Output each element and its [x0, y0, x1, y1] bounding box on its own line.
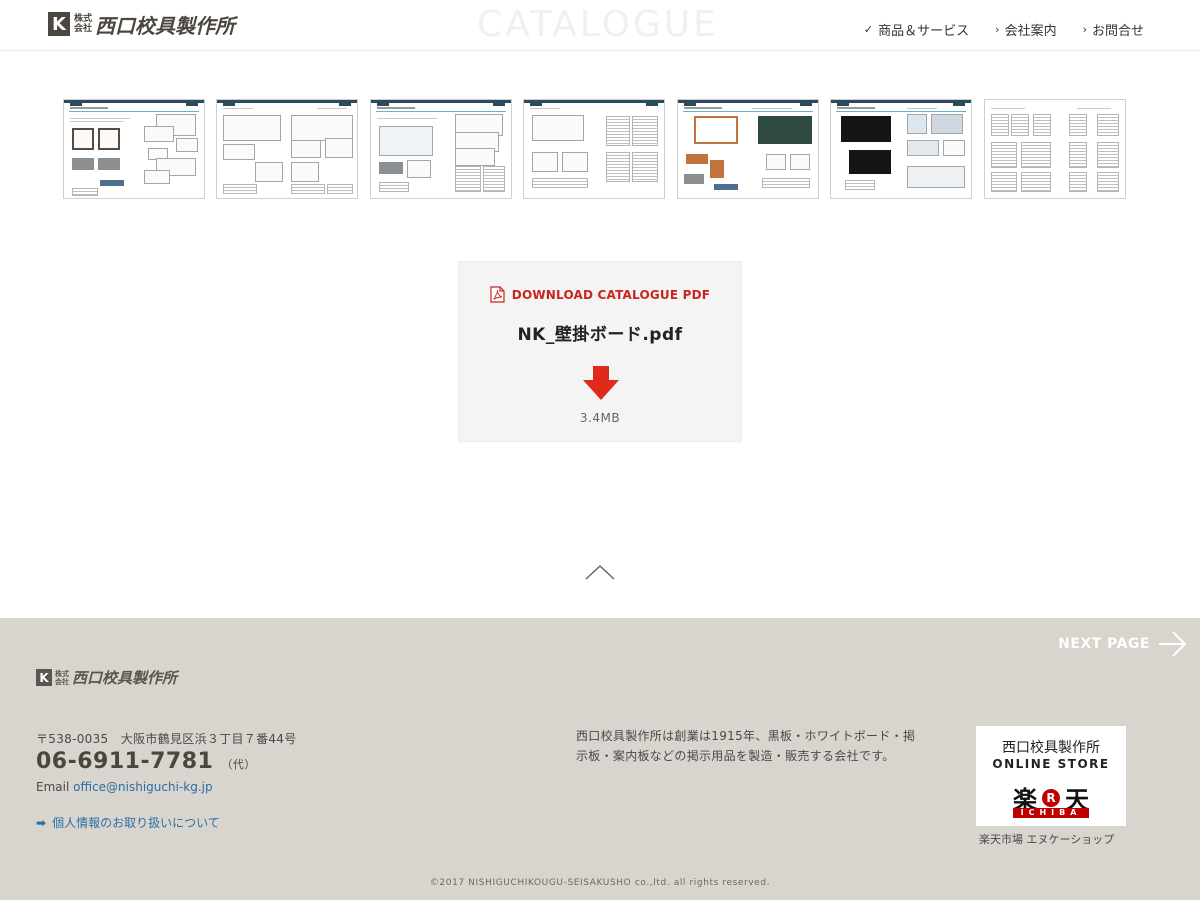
rakuten-ichiba-logo: 楽 R 天 ICHIBA — [1013, 780, 1089, 818]
online-store-banner[interactable]: 西口校具製作所 ONLINE STORE 楽 R 天 ICHIBA — [976, 726, 1126, 826]
main-nav: ✓ 商品＆サービス › 会社案内 › お問合せ — [864, 20, 1144, 39]
nav-item-company[interactable]: › 会社案内 — [995, 20, 1056, 39]
company-description: 西口校具製作所は創業は1915年、黒板・ホワイトボード・掲示板・案内板などの掲示… — [576, 729, 916, 763]
nav-item-contact[interactable]: › お問合せ — [1083, 20, 1144, 39]
site-footer: NEXT PAGE K 株式 会社 西口校具製作所 〒538-0035 大阪市鶴… — [0, 618, 1200, 900]
nav-item-label: お問合せ — [1091, 24, 1144, 39]
logo-corp-line2: 会社 — [55, 677, 69, 686]
rakuten-r-icon: R — [1042, 788, 1060, 807]
logo-mark: K — [48, 12, 70, 36]
pdf-icon — [490, 286, 505, 303]
copyright: ©2017 NISHIGUCHIKOUGU-SEISAKUSHO co.,ltd… — [429, 878, 771, 888]
page-title: CATALOGUE — [477, 4, 719, 45]
download-arrow-icon[interactable] — [583, 366, 619, 400]
download-label: DOWNLOAD CATALOGUE PDF — [511, 287, 711, 302]
site-header: K 株式 会社 西口校具製作所 CATALOGUE ✓ 商品＆サービス › 会社… — [0, 0, 1200, 51]
company-logo[interactable]: K 株式 会社 西口校具製作所 — [48, 10, 235, 38]
phone-note: （代） — [221, 758, 256, 771]
catalogue-page-thumbnail[interactable] — [216, 99, 358, 199]
catalogue-page-thumbnail[interactable] — [370, 99, 512, 199]
privacy-link-label: 個人情報のお取り扱いについて — [52, 816, 220, 830]
logo-corp-line1: 株式 — [55, 669, 69, 678]
download-header[interactable]: DOWNLOAD CATALOGUE PDF — [459, 286, 741, 303]
logo-corp-type: 株式 会社 — [55, 670, 69, 686]
phone-number: 06-6911-7781 — [36, 749, 214, 774]
download-filename[interactable]: NK_壁掛ボード.pdf — [459, 320, 741, 345]
store-subtitle: ONLINE STORE — [992, 757, 1110, 771]
catalogue-page-thumbnail[interactable] — [830, 99, 972, 199]
chevron-up-icon — [585, 564, 615, 580]
next-page-button[interactable]: NEXT PAGE — [1058, 630, 1188, 658]
email-link[interactable]: office@nishiguchi-kg.jp — [73, 780, 212, 794]
company-email: Email office@nishiguchi-kg.jp — [36, 780, 213, 794]
chevron-right-icon: › — [995, 23, 1000, 36]
file-size: 3.4MB — [579, 411, 621, 425]
company-address: 〒538-0035 大阪市鶴見区浜３丁目７番44号 — [36, 732, 297, 746]
company-phone[interactable]: 06-6911-7781 （代） — [36, 749, 256, 774]
catalogue-page-thumbnail[interactable] — [984, 99, 1126, 199]
catalogue-page-thumbnail[interactable] — [677, 99, 819, 199]
logo-corp-type: 株式 会社 — [74, 14, 92, 34]
privacy-policy-link[interactable]: ➡ 個人情報のお取り扱いについて — [36, 814, 220, 831]
logo-mark: K — [36, 669, 52, 686]
nav-item-label: 会社案内 — [1004, 24, 1057, 39]
email-label: Email — [36, 780, 70, 794]
catalogue-thumbnails — [63, 99, 1133, 202]
arrow-right-icon: ➡ — [36, 815, 47, 830]
back-to-top-button[interactable] — [584, 562, 616, 582]
logo-corp-line1: 株式 — [74, 14, 93, 24]
nav-item-label: 商品＆サービス — [878, 24, 970, 39]
store-caption[interactable]: 楽天市場 エヌケーショップ — [979, 831, 1114, 847]
catalogue-page-thumbnail[interactable] — [523, 99, 665, 199]
store-name: 西口校具製作所 — [1002, 740, 1100, 756]
footer-logo[interactable]: K 株式 会社 西口校具製作所 — [36, 667, 177, 688]
logo-name: 西口校具製作所 — [95, 13, 236, 38]
rakuten-ichiba-bar: ICHIBA — [1013, 808, 1089, 818]
chevron-right-icon: › — [1082, 23, 1087, 36]
arrow-right-icon — [1159, 631, 1187, 657]
logo-corp-line2: 会社 — [74, 24, 93, 34]
logo-name: 西口校具製作所 — [72, 669, 178, 687]
checkmark-icon: ✓ — [863, 23, 874, 36]
download-panel: DOWNLOAD CATALOGUE PDF NK_壁掛ボード.pdf 3.4M… — [458, 261, 742, 442]
nav-item-products[interactable]: ✓ 商品＆サービス — [864, 20, 969, 39]
catalogue-page-thumbnail[interactable] — [63, 99, 205, 199]
next-page-label: NEXT PAGE — [1058, 636, 1150, 652]
